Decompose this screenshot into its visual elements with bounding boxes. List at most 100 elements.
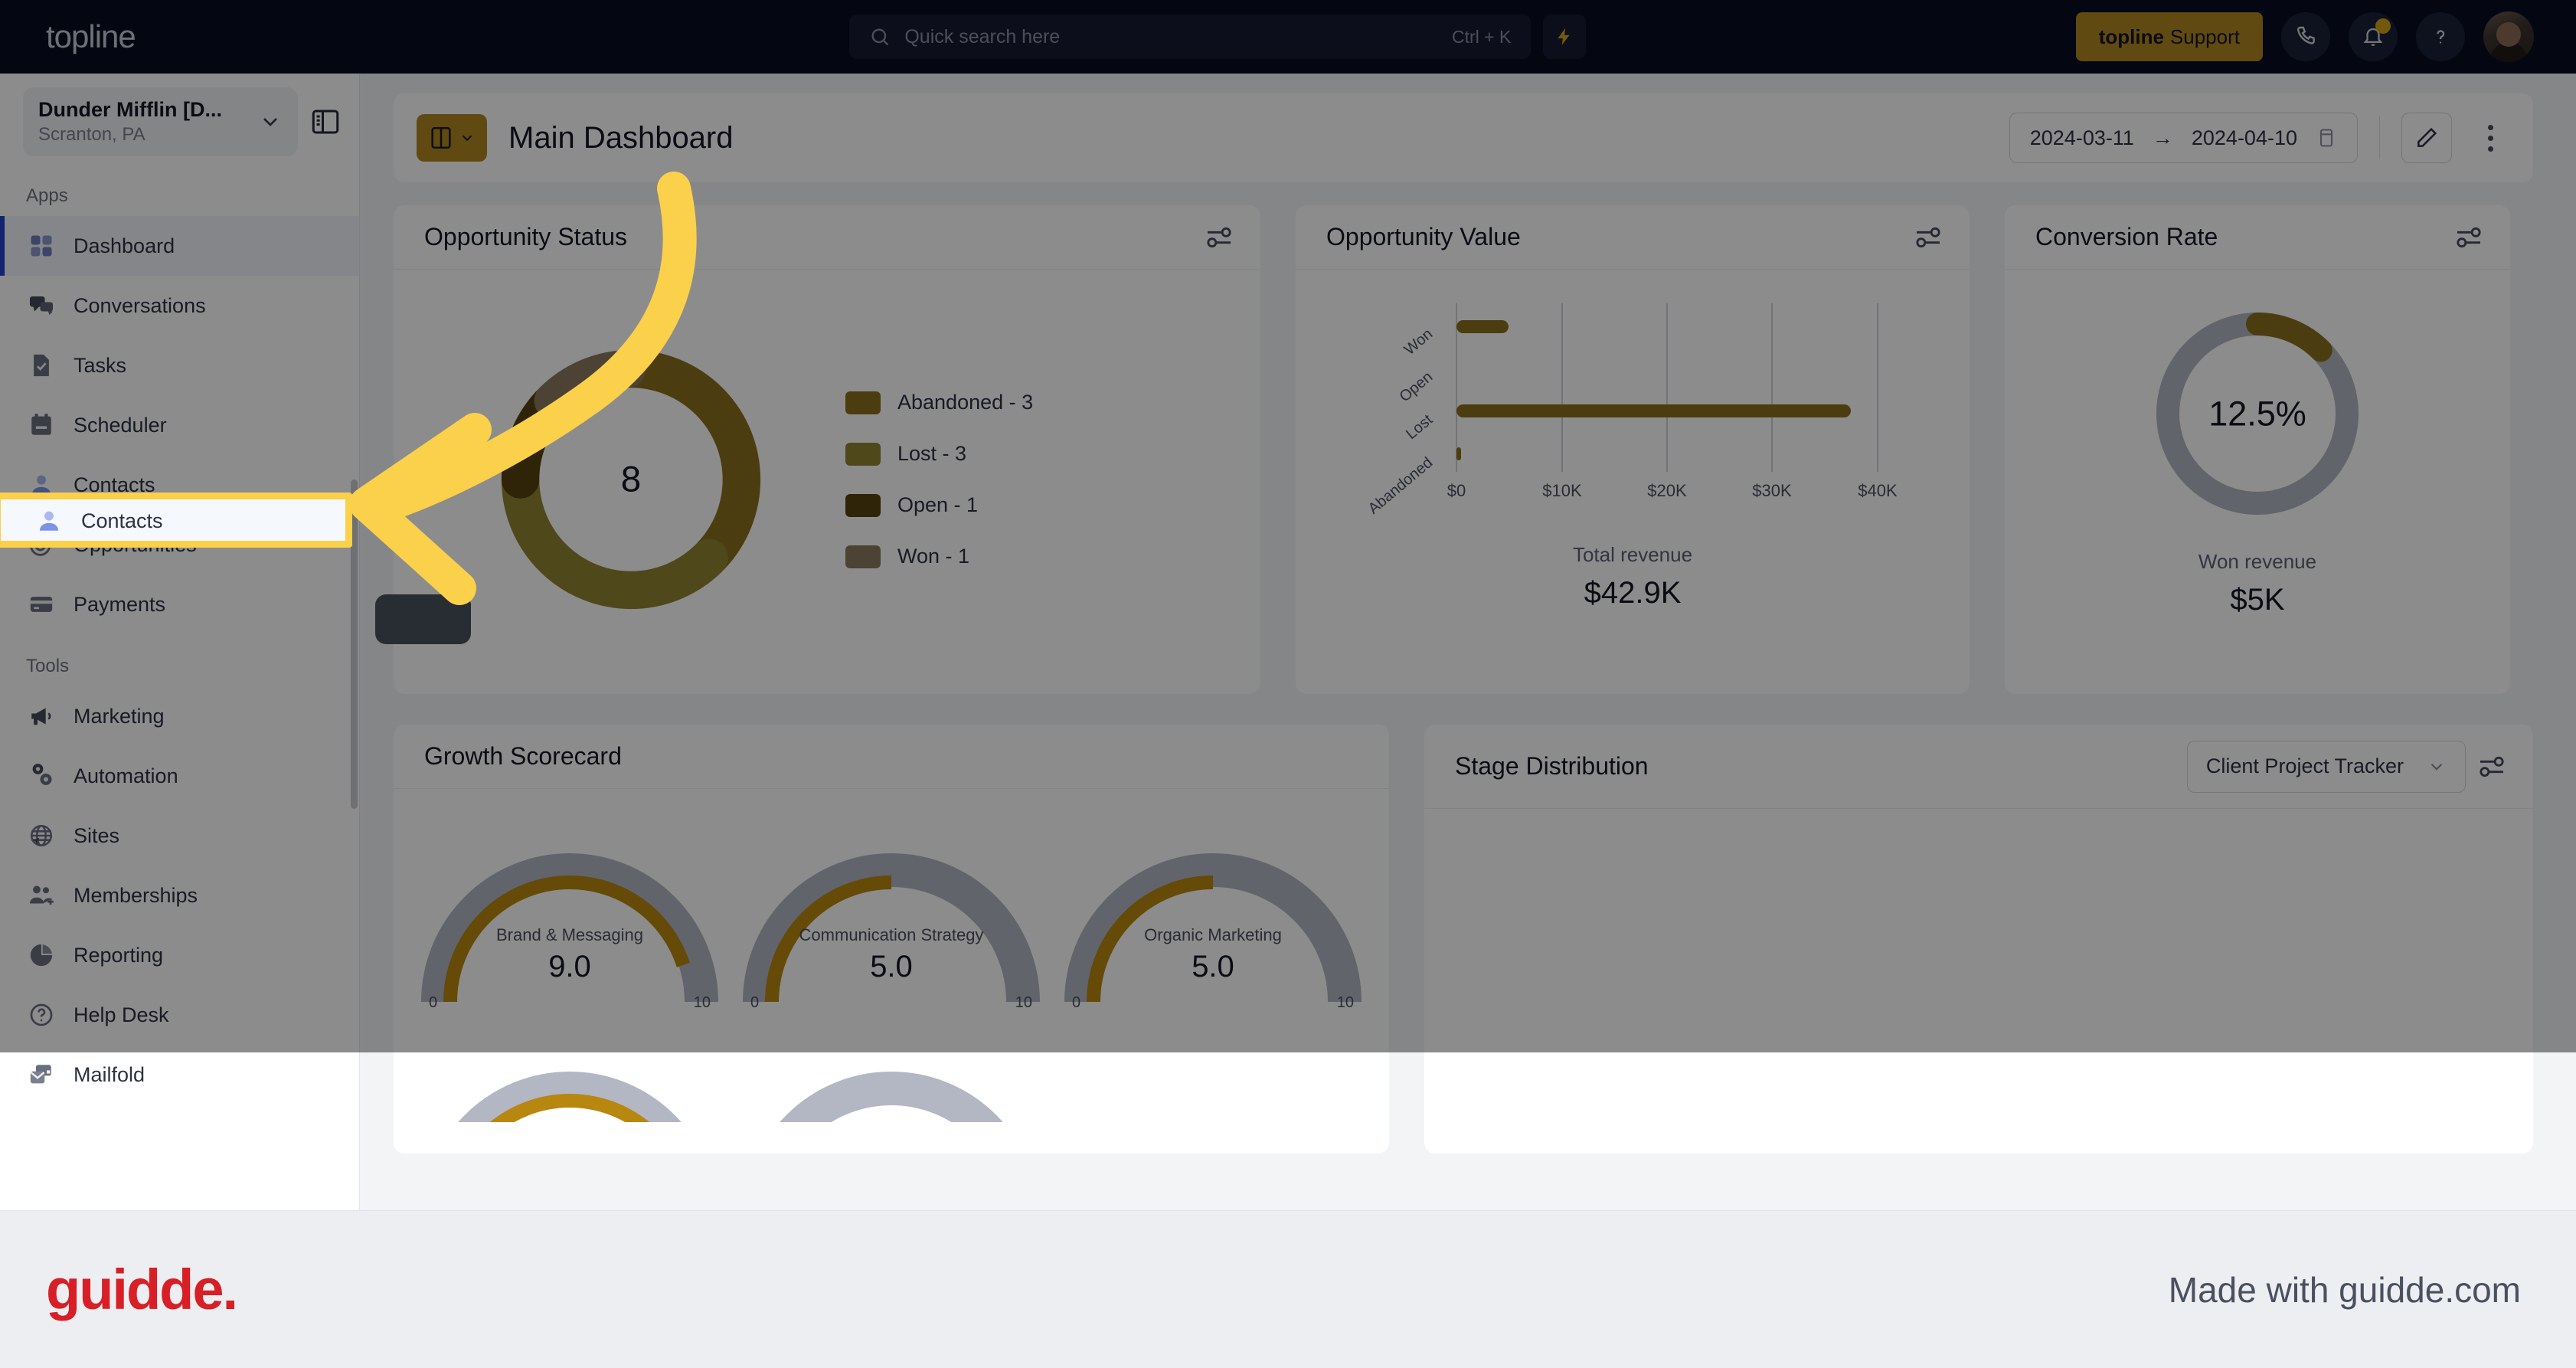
gauge-grid: Brand & Messaging 9.0 0 10 Communication… [409,797,1374,1011]
lightning-bolt-icon [1558,28,1570,45]
sidebar-item-reporting[interactable]: Reporting [0,925,359,985]
sidebar-item-label: Mailfold [74,1062,145,1086]
topline-support-button[interactable]: topline Support [2075,12,2263,61]
panel-toggle-icon [312,110,339,134]
pipeline-selected-value: Client Project Tracker [2205,754,2404,777]
dashboard-layout-icon [431,126,451,149]
card-stage-distribution: Stage Distribution Client Project Tracke… [1424,725,2533,1154]
card-header: Conversion Rate [2005,205,2510,270]
people-add-icon [26,880,57,911]
search-input[interactable]: Quick search here Ctrl + K [849,15,1532,59]
gauge-value: 5.0 [1192,950,1234,983]
sidebar-section-apps-label: Apps [26,185,68,206]
sidebar-item-mailfold[interactable]: Mailfold [0,1045,359,1105]
card-settings-icon[interactable] [2453,224,2484,250]
y-tick-label: Won [1401,326,1436,358]
card-body [1424,809,2533,850]
chat-bubbles-icon [26,290,57,321]
dashboard-selector-button[interactable] [417,114,487,162]
card-title: Growth Scorecard [424,742,622,770]
card-title: Stage Distribution [1455,752,1649,780]
legend-swatch [845,442,881,466]
gauge-label: Organic Marketing [1144,925,1282,944]
card-body: Won Open Lost Abandoned $0 $10K $20K $30… [1296,270,1970,633]
calendar-icon [26,410,57,440]
notifications-button[interactable] [2349,12,2398,61]
date-to: 2024-04-10 [2191,126,2297,149]
x-tick-label: $30K [1752,481,1792,500]
donut-svg: 8 [501,349,761,610]
card-title: Opportunity Value [1326,223,1521,250]
card-body: 12.5% Won revenue $5K [2005,270,2510,640]
gauge-min-label: 0 [1072,994,1081,1011]
legend-label: Abandoned - 3 [897,391,1034,414]
card-body: Brand & Messaging 9.0 0 10 Communication… [394,789,1389,1122]
question-circle-icon [26,1000,57,1030]
gauge-min-label: 0 [750,994,760,1011]
gauge-max-label: 10 [1336,994,1354,1011]
gauge-grid-row2 [409,1007,1374,1122]
phone-icon [2296,26,2315,44]
sidebar-collapse-button[interactable] [306,106,345,138]
quick-actions-button[interactable] [1543,15,1587,59]
sidebar-item-automation[interactable]: Automation [0,746,359,806]
won-revenue-value: $5K [2230,583,2285,617]
gauge-value: 9.0 [548,950,591,983]
credit-card-icon [26,589,57,620]
chevron-down-icon [462,135,472,142]
global-search-wrapper: Quick search here Ctrl + K [360,15,2076,59]
sidebar-item-dashboard[interactable]: Dashboard [0,216,359,276]
sidebar-item-conversations[interactable]: Conversations [0,276,359,335]
legend-item: Won - 1 [845,545,1033,568]
gauge-label: Brand & Messaging [496,925,643,944]
dashboard-more-button[interactable] [2473,124,2507,152]
card-settings-icon[interactable] [1913,224,1943,250]
sidebar-item-label: Sites [74,823,120,847]
sidebar-item-marketing[interactable]: Marketing [0,686,359,746]
sidebar-item-sites[interactable]: Sites [0,806,359,866]
guidde-logo: guidde. [46,1258,238,1321]
chevron-down-icon [263,118,277,126]
date-range-picker[interactable]: 2024-03-11 → 2024-04-10 [2009,113,2358,163]
card-growth-scorecard: Growth Scorecard Brand & Messaging 9.0 0 [394,725,1389,1154]
card-header: Stage Distribution Client Project Tracke… [1424,725,2533,809]
legend-swatch [845,391,881,414]
total-revenue-value: $42.9K [1584,576,1682,610]
user-avatar[interactable] [2483,11,2534,62]
sidebar-item-contacts-highlighted[interactable]: Contacts [8,506,337,535]
sidebar-item-label: Help Desk [74,1003,169,1026]
sidebar: Dunder Mifflin [D... Scranton, PA Apps D… [0,74,360,1210]
sidebar-item-scheduler[interactable]: Scheduler [0,395,359,455]
person-icon [34,506,64,536]
gauge-max-label: 10 [1015,994,1032,1011]
task-check-icon [26,350,57,381]
help-button[interactable] [2416,12,2465,61]
main-content: Main Dashboard 2024-03-11 → 2024-04-10 O… [360,74,2576,1210]
sidebar-item-tasks[interactable]: Tasks [0,335,359,395]
sidebar-item-payments[interactable]: Payments [0,574,359,634]
x-tick-label: $20K [1647,481,1687,500]
page-title: Main Dashboard [508,120,734,155]
card-settings-icon[interactable] [2476,754,2507,780]
organization-switcher[interactable]: Dunder Mifflin [D... Scranton, PA [23,87,298,156]
won-revenue-label: Won revenue [2198,550,2317,573]
sidebar-item-label: Automation [74,764,178,787]
mail-stack-icon [26,1059,57,1090]
pipeline-select[interactable]: Client Project Tracker [2186,740,2466,793]
y-tick-label: Open [1397,368,1437,405]
gauge-organic-marketing: Organic Marketing 5.0 0 10 [1060,812,1366,1011]
secondary-row: Growth Scorecard Brand & Messaging 9.0 0 [394,725,2533,1154]
gauge-min-label: 0 [429,994,438,1011]
metrics-row: Opportunity Status 8 Abandoned - 3 Lost … [394,205,2533,694]
sidebar-item-label: Contacts [81,509,163,532]
sidebar-item-help-desk[interactable]: Help Desk [0,985,359,1045]
top-navigation-bar: topline Quick search here Ctrl + K topli… [0,0,2576,74]
card-settings-icon[interactable] [1204,224,1234,250]
phone-button[interactable] [2281,12,2330,61]
sidebar-item-memberships[interactable]: Memberships [0,866,359,925]
x-tick-label: $10K [1542,481,1582,500]
notification-badge [2375,18,2391,34]
edit-dashboard-button[interactable] [2401,113,2452,163]
search-icon [871,28,889,46]
gauge-value: 5.0 [870,950,913,983]
